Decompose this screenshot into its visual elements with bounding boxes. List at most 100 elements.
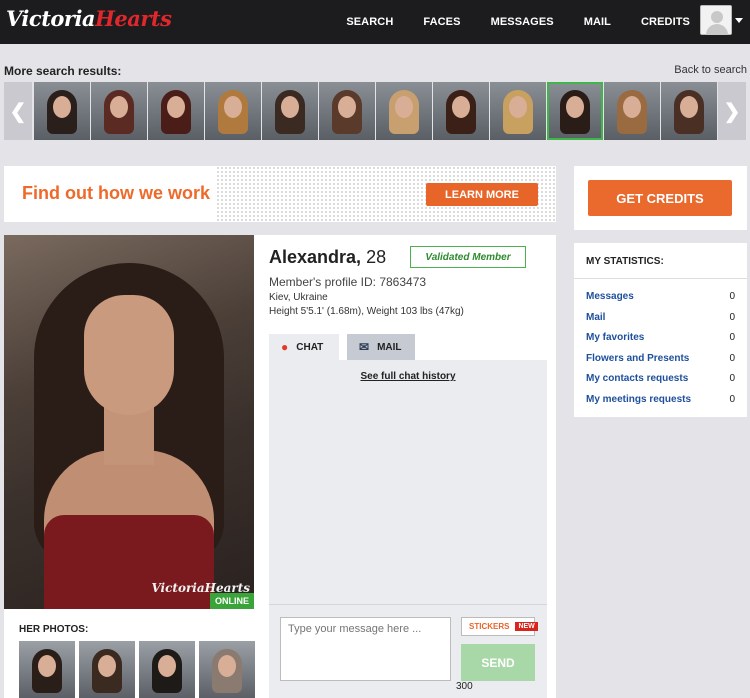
learn-more-button[interactable]: LEARN MORE	[426, 183, 538, 206]
send-button[interactable]: SEND	[461, 644, 535, 681]
thumb-face-shape	[680, 96, 698, 118]
thumb-face-shape	[452, 96, 470, 118]
message-input[interactable]	[280, 617, 451, 681]
thumb-face-shape	[395, 96, 413, 118]
profile-card: VictoriaHearts ONLINE HER PHOTOS: Alexan…	[4, 235, 556, 698]
profile-location: Kiev, Ukraine	[269, 292, 328, 303]
her-photos-heading: HER PHOTOS:	[19, 624, 89, 635]
user-avatar-icon[interactable]	[700, 5, 732, 35]
thumb-face-shape	[281, 96, 299, 118]
thumb-face-shape	[566, 96, 584, 118]
avatar-head-shape	[711, 11, 723, 23]
stat-label[interactable]: Messages	[586, 291, 634, 302]
envelope-icon: ✉	[359, 340, 370, 354]
tab-chat[interactable]: ● CHAT	[269, 334, 339, 360]
search-result-thumb[interactable]	[433, 82, 489, 140]
chevron-left-icon[interactable]: ❮	[4, 82, 32, 140]
stat-value: 0	[729, 352, 735, 364]
her-photo-thumb[interactable]	[19, 641, 75, 698]
her-photo-thumb[interactable]	[199, 641, 255, 698]
thumb-face-shape	[167, 96, 185, 118]
stat-label[interactable]: Mail	[586, 312, 605, 323]
new-badge: NEW	[515, 622, 538, 631]
logo-text-accent: Hearts	[95, 6, 172, 31]
chat-history-link[interactable]: See full chat history	[269, 371, 547, 382]
stat-row-flowers[interactable]: Flowers and Presents 0	[574, 349, 747, 370]
back-to-search-link[interactable]: Back to search	[674, 64, 747, 76]
top-header: VictoriaHearts SEARCH FACES MESSAGES MAI…	[0, 0, 750, 44]
stat-row-messages[interactable]: Messages 0	[574, 287, 747, 308]
more-results-title: More search results:	[4, 64, 122, 78]
nav-faces[interactable]: FACES	[423, 16, 460, 28]
stat-label[interactable]: My contacts requests	[586, 373, 688, 384]
thumb-face-shape	[53, 96, 71, 118]
search-result-thumb[interactable]	[91, 82, 147, 140]
search-result-thumb[interactable]	[376, 82, 432, 140]
search-result-thumb[interactable]	[319, 82, 375, 140]
thumb-face-shape	[509, 96, 527, 118]
tab-mail[interactable]: ✉ MAIL	[347, 334, 415, 360]
profile-name-age: Alexandra, 28	[269, 247, 386, 268]
stickers-button[interactable]: STICKERS NEW	[461, 617, 538, 636]
search-result-thumb[interactable]	[148, 82, 204, 140]
online-status-badge: ONLINE	[210, 593, 254, 609]
nav-credits[interactable]: CREDITS	[641, 16, 690, 28]
stat-value: 0	[729, 311, 735, 323]
logo-text-main: Victoria	[6, 6, 96, 31]
stat-row-favorites[interactable]: My favorites 0	[574, 328, 747, 349]
chat-bubble-icon: ●	[281, 340, 289, 354]
tab-chat-label: CHAT	[296, 341, 324, 353]
stat-value: 0	[729, 332, 735, 344]
search-result-thumb[interactable]	[661, 82, 717, 140]
thumb-face-shape	[98, 655, 116, 677]
search-results-carousel: ❮ ❯	[4, 82, 748, 140]
her-photo-thumb[interactable]	[79, 641, 135, 698]
chat-mail-tabs: ● CHAT ✉ MAIL	[269, 334, 423, 360]
thumb-face-shape	[224, 96, 242, 118]
get-credits-button[interactable]: GET CREDITS	[588, 180, 732, 216]
stickers-label: STICKERS	[469, 622, 510, 631]
her-photos-gallery	[19, 641, 259, 698]
stat-label[interactable]: My favorites	[586, 332, 644, 343]
thumb-face-shape	[338, 96, 356, 118]
validated-member-badge: Validated Member	[410, 246, 526, 268]
stat-value: 0	[729, 393, 735, 405]
search-result-thumb[interactable]	[262, 82, 318, 140]
search-result-thumb[interactable]	[547, 82, 603, 140]
stat-row-meetings[interactable]: My meetings requests 0	[574, 390, 747, 411]
profile-id: Member's profile ID: 7863473	[269, 275, 427, 289]
nav-messages[interactable]: MESSAGES	[491, 16, 554, 28]
stat-value: 0	[729, 291, 735, 302]
search-result-thumb[interactable]	[604, 82, 660, 140]
nav-mail[interactable]: MAIL	[584, 16, 611, 28]
stat-label[interactable]: My meetings requests	[586, 394, 691, 405]
profile-name: Alexandra,	[269, 247, 362, 267]
character-counter: 300	[456, 681, 473, 692]
her-photo-thumb[interactable]	[139, 641, 195, 698]
thumb-face-shape	[623, 96, 641, 118]
search-result-thumb[interactable]	[205, 82, 261, 140]
nav-search[interactable]: SEARCH	[346, 16, 393, 28]
profile-height-weight: Height 5'5.1' (1.68m), Weight 103 lbs (4…	[269, 306, 464, 317]
stat-label[interactable]: Flowers and Presents	[586, 353, 689, 364]
chat-conversation-area: See full chat history	[269, 360, 547, 604]
statistics-title: MY STATISTICS:	[574, 243, 747, 279]
chevron-right-icon[interactable]: ❯	[718, 82, 746, 140]
thumb-face-shape	[38, 655, 56, 677]
how-we-work-banner: Find out how we work LEARN MORE	[4, 166, 556, 222]
photo-face-shape	[84, 295, 174, 415]
main-nav: SEARCH FACES MESSAGES MAIL CREDITS	[316, 0, 690, 44]
site-logo[interactable]: VictoriaHearts	[6, 6, 172, 31]
thumb-face-shape	[218, 655, 236, 677]
chat-composer: STICKERS NEW SEND	[269, 604, 547, 698]
search-result-thumb[interactable]	[34, 82, 90, 140]
profile-main-photo[interactable]: VictoriaHearts	[4, 235, 254, 609]
my-statistics-panel: MY STATISTICS: Messages 0 Mail 0 My favori…	[574, 243, 747, 417]
stat-row-mail[interactable]: Mail 0	[574, 308, 747, 329]
banner-headline: Find out how we work	[22, 183, 210, 203]
credits-panel: GET CREDITS	[574, 166, 747, 230]
avatar-shoulders-shape	[706, 24, 728, 35]
search-result-thumb[interactable]	[490, 82, 546, 140]
stat-row-contacts[interactable]: My contacts requests 0	[574, 369, 747, 390]
chevron-down-icon[interactable]	[735, 18, 743, 23]
